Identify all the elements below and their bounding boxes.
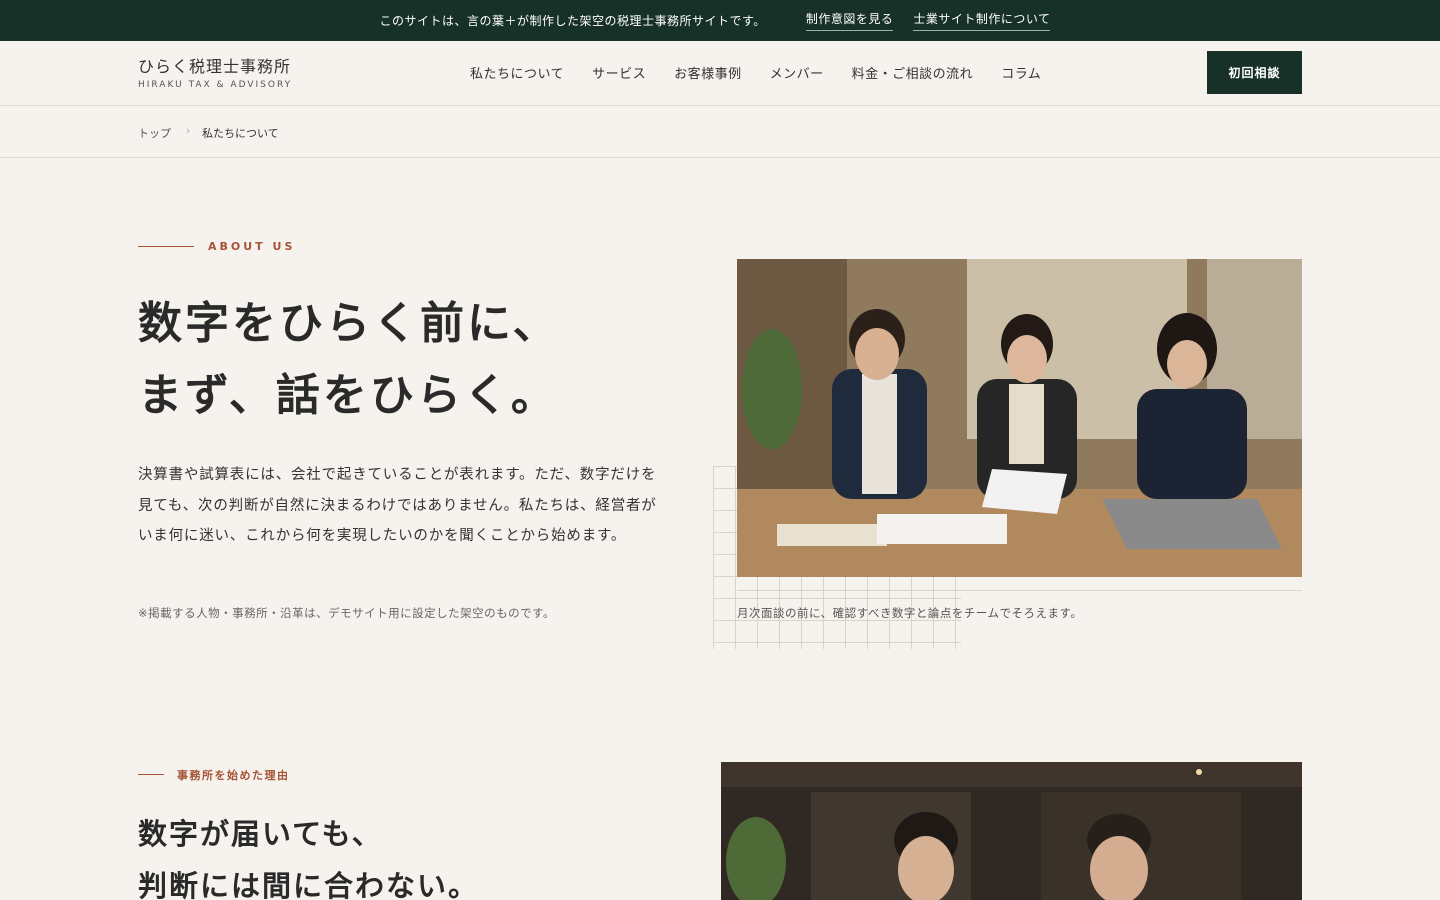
chevron-right-icon: › (186, 124, 191, 137)
disclaimer-note: ※掲載する人物・事務所・沿革は、デモサイト用に設定した架空のものです。 (138, 606, 555, 620)
breadcrumb-home[interactable]: トップ (138, 125, 171, 141)
eyebrow-divider (138, 246, 194, 247)
consultation-button[interactable]: 初回相談 (1207, 51, 1302, 94)
meeting-photo-illustration (737, 259, 1302, 577)
reason-headline-line-1: 数字が届いても、 (138, 817, 383, 851)
intent-link[interactable]: 制作意図を見る (805, 10, 894, 31)
site-production-link[interactable]: 士業サイト制作について (913, 10, 1051, 31)
breadcrumb-current: 私たちについて (202, 127, 279, 140)
reason-headline: 数字が届いても、 判断には間に合わない。 (138, 808, 479, 900)
founders-photo-illustration (721, 762, 1302, 900)
announcement-message: このサイトは、言の葉＋が制作した架空の税理士事務所サイトです。 (379, 14, 766, 28)
announcement-bar: このサイトは、言の葉＋が制作した架空の税理士事務所サイトです。 制作意図を見る … (0, 0, 1440, 41)
main-nav: 私たちについて サービス お客様事例 メンバー 料金・ご相談の流れ コラム (470, 63, 1041, 82)
about-eyebrow: ABOUT US (208, 240, 296, 253)
reason-headline-line-2: 判断には間に合わない。 (138, 869, 480, 900)
photo-caption: 月次面談の前に、確認すべき数字と論点をチームでそろえます。 (737, 606, 1083, 620)
nav-item-column[interactable]: コラム (1001, 63, 1041, 82)
about-body: 決算書や試算表には、会社で起きていることが表れます。ただ、数字だけを見ても、次の… (138, 467, 657, 544)
site-header: ひらく税理士事務所 HIRAKU TAX & ADVISORY 私たちについて … (0, 41, 1440, 106)
headline-line-1: 数字をひらく前に、 (138, 298, 560, 349)
nav-item-pricing[interactable]: 料金・ご相談の流れ (852, 63, 974, 82)
caption-divider (737, 590, 1302, 591)
reason-eyebrow: 事務所を始めた理由 (177, 769, 290, 782)
nav-item-cases[interactable]: お客様事例 (674, 63, 742, 82)
founders-photo (721, 762, 1302, 900)
logo-subtitle: HIRAKU TAX & ADVISORY (138, 80, 293, 90)
logo-title[interactable]: ひらく税理士事務所 (138, 53, 291, 77)
nav-item-members[interactable]: メンバー (770, 63, 824, 82)
nav-item-services[interactable]: サービス (592, 63, 646, 82)
about-headline: 数字をひらく前に、 まず、話をひらく。 (138, 288, 560, 432)
meeting-photo (737, 259, 1302, 577)
headline-line-2: まず、話をひらく。 (138, 370, 558, 421)
breadcrumb: トップ › 私たちについて (0, 106, 1440, 158)
nav-item-about[interactable]: 私たちについて (470, 63, 564, 82)
reason-eyebrow-divider (138, 774, 164, 775)
